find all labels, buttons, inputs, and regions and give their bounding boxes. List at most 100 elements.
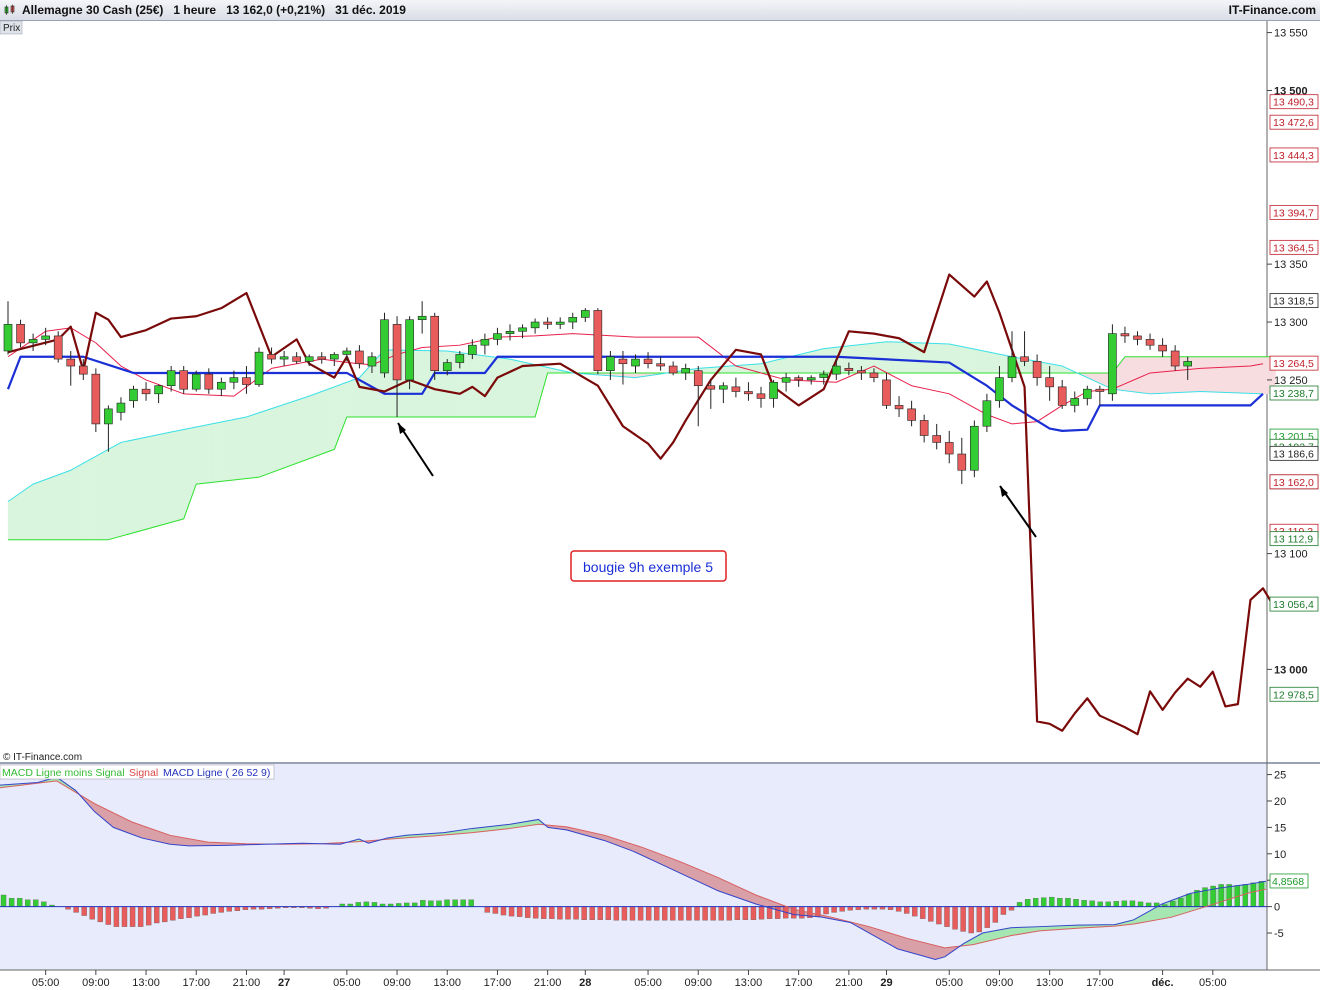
title-bar: Allemagne 30 Cash (25€) 1 heure 13 162,0…	[0, 0, 1320, 21]
cloud-segment	[152, 434, 159, 528]
candle-bull	[781, 377, 791, 383]
candle-bull	[518, 327, 527, 332]
candle-bear	[1045, 377, 1054, 388]
macd-hist-bar	[581, 906, 587, 920]
macd-hist-bar	[1121, 900, 1128, 907]
macd-legend-hist: MACD Ligne moins Signal	[2, 767, 125, 779]
x-tick-label: 05:00	[935, 977, 963, 989]
x-tick-label: 21:00	[534, 977, 562, 989]
cloud-segment	[133, 438, 140, 534]
cloud-segment	[528, 363, 536, 418]
macd-hist-bar	[1105, 901, 1111, 907]
cloud-segment	[145, 435, 153, 530]
x-tick-label: 21:00	[233, 977, 261, 989]
chart-canvas: 13 55013 50013 35013 30013 25013 10013 0…	[0, 20, 1320, 989]
candle-bear	[693, 370, 703, 387]
annotation-box[interactable]: bougie 9h exemple 5	[570, 550, 727, 582]
x-tick-label: 13:00	[735, 977, 763, 989]
macd-hist-bar	[629, 906, 636, 921]
macd-fill-segment	[916, 940, 922, 956]
candle-bull	[191, 373, 201, 390]
candle-bull	[329, 354, 339, 360]
macd-hist-bar	[1113, 901, 1120, 907]
cloud-segment	[1225, 356, 1232, 393]
candle-bull	[405, 319, 414, 381]
cloud-segment	[779, 357, 787, 374]
macd-hist-bar	[218, 906, 224, 913]
cloud-segment	[1137, 356, 1144, 394]
macd-y-tick-label: 25	[1274, 770, 1286, 782]
x-tick-label: 13:00	[433, 977, 461, 989]
price-tag-label: 13 238,7	[1273, 388, 1314, 400]
macd-hist-bar	[508, 906, 515, 917]
macd-hist-bar	[605, 906, 611, 920]
cloud-segment	[1193, 356, 1201, 392]
macd-fill-segment	[906, 938, 912, 954]
candle-bull	[505, 330, 515, 334]
cloud-segment	[321, 388, 329, 455]
cloud-segment	[1043, 362, 1050, 374]
macd-hist-bar	[799, 906, 805, 919]
macd-hist-bar	[686, 906, 692, 921]
candle-bull	[154, 385, 163, 395]
macd-hist-bar	[1008, 906, 1015, 911]
macd-y-tick-label: 10	[1274, 849, 1286, 861]
macd-hist-bar	[557, 906, 563, 920]
macd-hist-bar	[1024, 899, 1031, 907]
candle-bear	[53, 335, 63, 360]
macd-hist-bar	[452, 899, 458, 907]
cloud-segment	[880, 341, 887, 374]
cloud-segment	[271, 406, 279, 473]
candle-bear	[706, 385, 716, 390]
cloud-segment	[177, 429, 184, 521]
macd-hist-bar	[976, 906, 982, 933]
candle-bear	[66, 358, 76, 367]
macd-y-axis: 2520151050-54,8568	[1267, 770, 1309, 940]
candle-bear	[643, 358, 653, 365]
candle-bear	[882, 379, 891, 406]
candle-bull	[580, 310, 590, 318]
macd-hist-bar	[210, 906, 216, 914]
macd-hist-bar	[694, 906, 700, 921]
macd-fill-segment	[136, 823, 142, 839]
cloud-segment	[1206, 356, 1214, 393]
macd-hist-bar	[718, 906, 724, 921]
candle-bull	[1007, 356, 1017, 378]
candle-bear	[919, 420, 929, 436]
brand-label[interactable]: IT-Finance.com	[1229, 3, 1316, 17]
candle-bull	[28, 339, 38, 344]
candle-bear	[731, 386, 741, 392]
candle-bull	[1108, 333, 1117, 395]
macd-fill-segment	[902, 936, 908, 952]
x-tick-label: 27	[278, 977, 290, 989]
cloud-segment	[95, 452, 103, 540]
macd-hist-bar	[0, 894, 7, 907]
candle-bear	[267, 354, 276, 360]
cloud-segment	[290, 400, 297, 466]
candle-bear	[1057, 386, 1067, 406]
macd-legend-line: MACD Ligne ( 26 52 9)	[163, 767, 270, 779]
x-tick-label: 05:00	[333, 977, 361, 989]
macd-hist-bar	[678, 906, 684, 921]
macd-hist-bar	[895, 906, 902, 912]
candle-bear	[907, 408, 916, 421]
macd-hist-bar	[97, 906, 103, 923]
cloud-segment	[214, 421, 222, 483]
cloud-segment	[70, 466, 78, 540]
cloud-segment	[108, 445, 115, 540]
macd-hist-bar	[662, 906, 668, 921]
macd-hist-bar	[355, 902, 362, 907]
price-tag-label: 12 978,5	[1273, 689, 1314, 701]
cloud-segment	[930, 343, 937, 374]
cloud-segment	[440, 350, 448, 418]
x-tick-label: 21:00	[835, 977, 863, 989]
macd-hist-bar	[371, 902, 378, 907]
macd-fill-segment	[174, 835, 180, 846]
macd-hist-bar	[1226, 884, 1232, 907]
macd-hist-bar	[1081, 900, 1087, 907]
macd-hist-bar	[25, 899, 31, 907]
x-tick-label: 09:00	[684, 977, 712, 989]
cloud-segment	[729, 365, 737, 374]
macd-hist-bar	[468, 899, 474, 907]
macd-hist-bar	[81, 906, 87, 916]
